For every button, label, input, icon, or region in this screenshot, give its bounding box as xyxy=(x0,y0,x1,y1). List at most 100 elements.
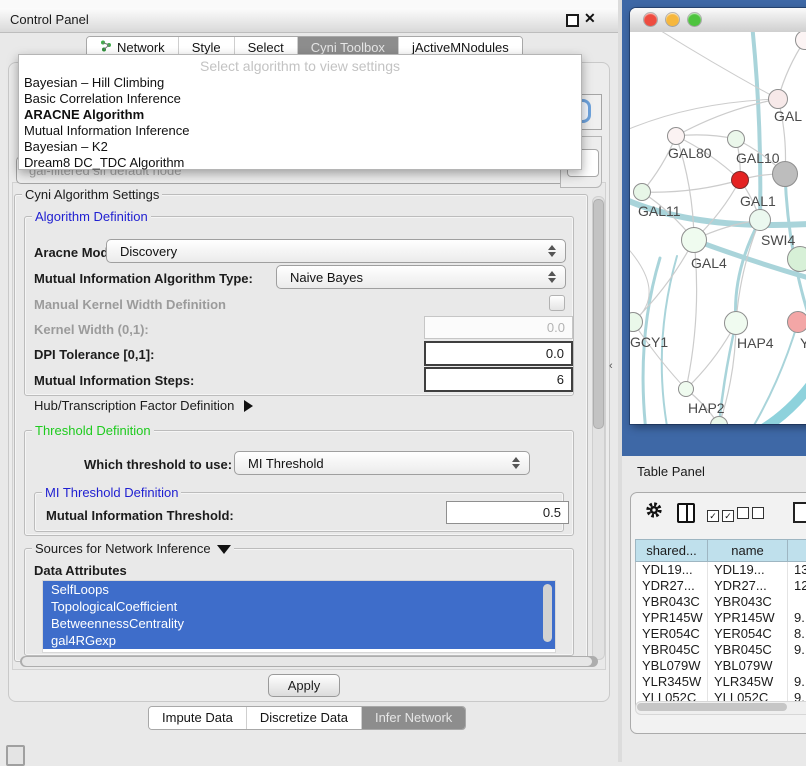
close-traffic-light-icon[interactable] xyxy=(644,13,657,26)
network-node-label: HAP4 xyxy=(737,335,774,351)
collapsed-arrow-icon xyxy=(244,400,253,412)
algorithm-option[interactable]: ARACNE Algorithm xyxy=(19,107,581,123)
table-body: YDL19...YDL19...13YDR27...YDR27...12YBR0… xyxy=(635,562,806,707)
tab-infer-network[interactable]: Infer Network xyxy=(362,707,465,729)
table-row[interactable]: YDL19...YDL19...13 xyxy=(636,562,806,578)
column-header-name[interactable]: name xyxy=(708,540,788,561)
hub-section-label: Hub/Transcription Factor Definition xyxy=(34,398,234,413)
mi-threshold-group-title: MI Threshold Definition xyxy=(42,485,181,500)
which-threshold-value: MI Threshold xyxy=(248,456,324,471)
tab-impute-data-label: Impute Data xyxy=(162,707,233,729)
data-attribute-item[interactable]: TopologicalCoefficient xyxy=(43,598,555,615)
settings-scrollbar-thumb[interactable] xyxy=(593,199,604,429)
column-header-partial[interactable] xyxy=(788,540,806,561)
float-panel-icon[interactable] xyxy=(566,14,579,27)
network-node-hap4[interactable] xyxy=(724,311,748,335)
table-row[interactable]: YDR27...YDR27...12 xyxy=(636,578,806,594)
close-icon[interactable]: ✕ xyxy=(584,10,596,27)
network-node-hap2[interactable] xyxy=(678,381,694,397)
algorithm-option[interactable]: Dream8 DC_TDC Algorithm xyxy=(19,155,581,171)
table-row[interactable]: YER054CYER054C8. xyxy=(636,626,806,642)
table-row[interactable]: YBR043CYBR043C xyxy=(636,594,806,610)
column-header-shared-name[interactable]: shared... xyxy=(636,540,708,561)
divider-handle-icon[interactable]: ‹ xyxy=(609,360,613,372)
network-node-swi4[interactable] xyxy=(749,209,771,231)
table-row[interactable]: YBR045CYBR045C9. xyxy=(636,642,806,658)
corner-button[interactable] xyxy=(6,745,25,766)
mi-type-value: Naive Bayes xyxy=(290,270,363,285)
algorithm-option[interactable]: Basic Correlation Inference xyxy=(19,91,581,107)
manual-kernel-checkbox[interactable] xyxy=(549,295,565,311)
sources-group-title[interactable]: Sources for Network Inference xyxy=(32,541,234,556)
apply-button[interactable]: Apply xyxy=(268,674,340,697)
network-window-titlebar[interactable] xyxy=(630,8,806,33)
table-cell: 9. xyxy=(788,642,806,658)
table-cell: 12 xyxy=(788,578,806,594)
dpi-tolerance-field[interactable]: 0.0 xyxy=(424,341,573,366)
settings-hscrollbar-thumb[interactable] xyxy=(22,657,592,666)
tab-impute-data[interactable]: Impute Data xyxy=(149,707,247,729)
table-cell: 13 xyxy=(788,562,806,578)
expanded-arrow-icon xyxy=(217,545,231,554)
gear-icon[interactable] xyxy=(645,501,663,524)
tab-discretize-data-label: Discretize Data xyxy=(260,707,348,729)
table-cell: YBL079W xyxy=(708,658,788,674)
network-node-label: SWI4 xyxy=(761,232,795,248)
table-row[interactable]: YBL079WYBL079W xyxy=(636,658,806,674)
network-canvas[interactable]: GALGAL80GAL10GAL1GAL11SWI4GAL4GCY1HAP4YH… xyxy=(630,32,806,424)
algorithm-option[interactable]: Bayesian – Hill Climbing xyxy=(19,75,581,91)
table-row[interactable]: YLR345WYLR345W9. xyxy=(636,674,806,690)
table-row[interactable]: YPR145WYPR145W9. xyxy=(636,610,806,626)
mi-type-combo[interactable]: Naive Bayes xyxy=(276,265,566,289)
algorithm-option[interactable]: Bayesian – K2 xyxy=(19,139,581,155)
table-cell: YDR27... xyxy=(636,578,708,594)
network-node-gal-partial[interactable] xyxy=(768,89,788,109)
network-node-gray-node[interactable] xyxy=(772,161,798,187)
network-node-gal4[interactable] xyxy=(681,227,707,253)
sources-group-title-label: Sources for Network Inference xyxy=(35,541,211,556)
aracne-mode-combo[interactable]: Discovery xyxy=(106,239,566,263)
table-cell: YER054C xyxy=(636,626,708,642)
checked-pair-icon[interactable]: ✓✓ xyxy=(707,506,737,524)
data-attribute-item[interactable]: SelfLoops xyxy=(43,581,555,598)
unchecked-pair-icon[interactable] xyxy=(737,506,767,524)
split-columns-icon[interactable] xyxy=(677,503,695,523)
table-cell: YDL19... xyxy=(636,562,708,578)
network-edge xyxy=(642,180,740,192)
minimize-traffic-light-icon[interactable] xyxy=(666,13,679,26)
kernel-width-field[interactable]: 0.0 xyxy=(424,316,573,339)
zoom-traffic-light-icon[interactable] xyxy=(688,13,701,26)
table-hscrollbar-track xyxy=(635,701,806,715)
network-node-y-partial[interactable] xyxy=(787,311,806,333)
table-panel-title: Table Panel xyxy=(637,464,705,479)
table-cell: YBR045C xyxy=(708,642,788,658)
document-icon[interactable] xyxy=(793,502,806,523)
data-attribute-item[interactable]: gal4RGexp xyxy=(43,632,555,649)
table-cell: 8. xyxy=(788,626,806,642)
network-node-gal11[interactable] xyxy=(633,183,651,201)
network-node-gal80[interactable] xyxy=(667,127,685,145)
mi-threshold-field[interactable]: 0.5 xyxy=(446,501,569,524)
table-cell: YLR345W xyxy=(636,674,708,690)
network-view-window[interactable]: GALGAL80GAL10GAL1GAL11SWI4GAL4GCY1HAP4YH… xyxy=(630,8,806,424)
algorithm-dropdown-placeholder: Select algorithm to view settings xyxy=(19,55,581,75)
tab-discretize-data[interactable]: Discretize Data xyxy=(247,707,362,729)
which-threshold-combo[interactable]: MI Threshold xyxy=(234,451,530,475)
mi-steps-field[interactable]: 6 xyxy=(424,367,573,392)
kernel-width-label: Kernel Width (0,1): xyxy=(34,322,149,337)
table-cell: YLR345W xyxy=(708,674,788,690)
network-node-gal10[interactable] xyxy=(727,130,745,148)
settings-scrollbar-track xyxy=(592,196,605,660)
network-node-green-right-partial[interactable] xyxy=(787,246,806,272)
table-hscrollbar-thumb[interactable] xyxy=(637,703,787,711)
network-edge xyxy=(752,32,760,220)
network-edge xyxy=(676,99,778,136)
attributes-scrollbar-thumb[interactable] xyxy=(543,584,552,642)
table-cell: YPR145W xyxy=(708,610,788,626)
data-attribute-item[interactable]: BetweennessCentrality xyxy=(43,615,555,632)
network-edge xyxy=(754,372,806,424)
hub-section-toggle[interactable]: Hub/Transcription Factor Definition xyxy=(34,398,253,413)
network-node-label: GAL80 xyxy=(668,145,712,161)
network-node-gal1[interactable] xyxy=(731,171,749,189)
algorithm-option[interactable]: Mutual Information Inference xyxy=(19,123,581,139)
